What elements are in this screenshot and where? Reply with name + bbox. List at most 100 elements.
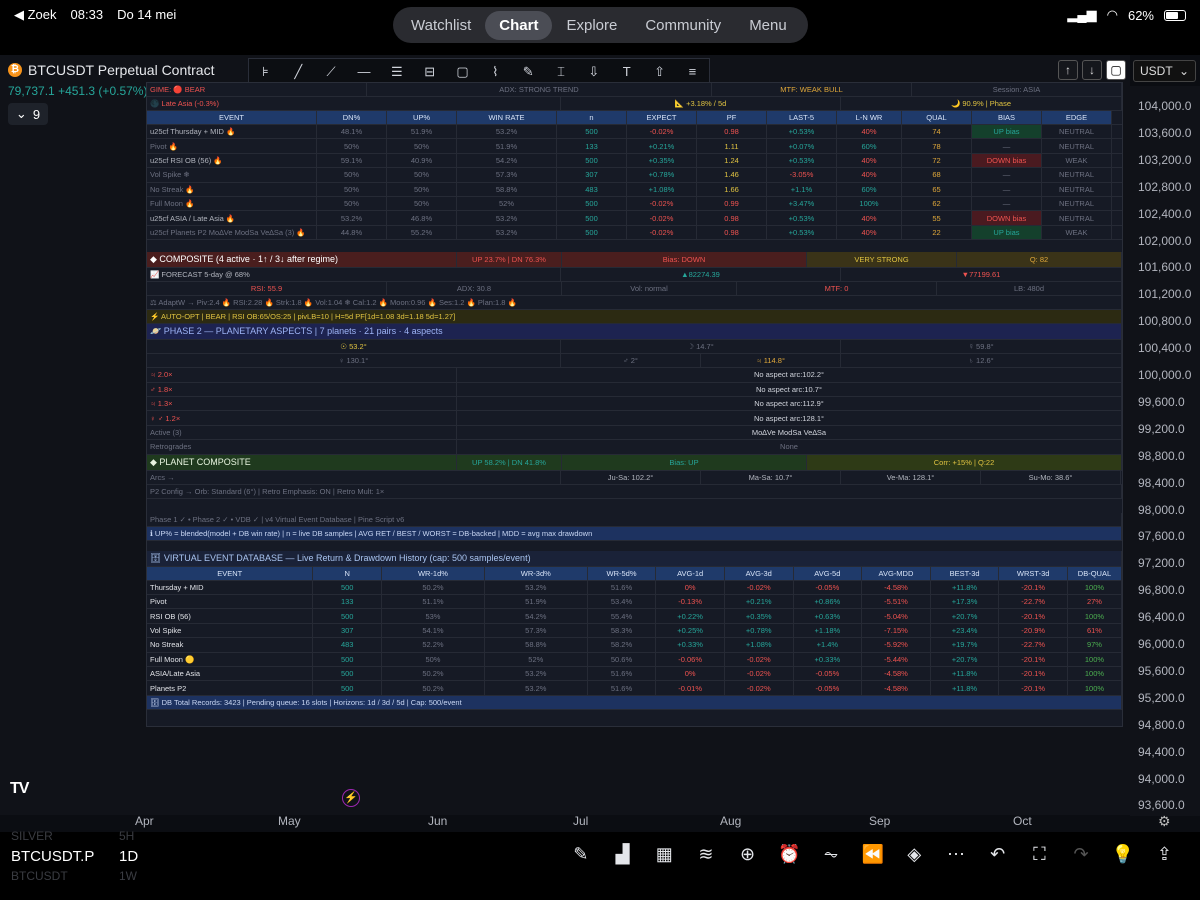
currency-select[interactable]: USDT ⌄ <box>1133 60 1196 82</box>
chart-type-icon[interactable]: ▟ <box>602 844 644 865</box>
bottom-toolbar: SILVER 5H BTCUSDT.P 1D BTCUSDT 1W ✎ ▟ ▦ … <box>0 829 1200 900</box>
settings-gear-icon[interactable]: ⚙ <box>1158 813 1171 830</box>
late-asia-label: 🌑 Late Asia (-0.3%) <box>147 97 561 110</box>
event-row: Vol Spike ❄ 50% 50% 57.3% 307 +0.78% 1.46 -3.05… <box>147 168 1122 183</box>
vertical-measure-icon[interactable]: ⌶ <box>552 63 570 81</box>
rsi-stat: RSI: 55.9 <box>147 282 387 296</box>
mtf-stat: MTF: 0 <box>737 282 937 296</box>
redo-icon[interactable]: ↷ <box>1060 844 1102 865</box>
text-icon[interactable]: T <box>618 63 636 81</box>
indicators-icon[interactable]: ≋ <box>685 844 727 865</box>
vdb-cell: -5.51% <box>862 595 931 609</box>
symbol-header[interactable]: ₿ BTCUSDT Perpetual Contract <box>8 62 214 78</box>
chevron-down-icon: ⌄ <box>15 106 27 121</box>
undo-icon[interactable]: ↶ <box>977 844 1019 865</box>
share-icon[interactable]: ⇪ <box>1144 844 1186 865</box>
adx-stat: ADX: 30.8 <box>387 282 562 296</box>
event-cell: — <box>972 168 1042 182</box>
event-cell: 60% <box>837 139 902 153</box>
vdb-cell: 133 <box>313 595 383 609</box>
price-axis[interactable]: 104,000.0 103,600.0 103,200.0 102,800.0 102,… <box>1130 86 1200 816</box>
vdb-cell: +0.35% <box>725 609 794 623</box>
idea-bulb-icon[interactable]: 💡 <box>1102 844 1144 865</box>
interval-selector[interactable]: 1D <box>119 848 138 865</box>
lightning-icon[interactable]: ⚡ <box>342 789 360 807</box>
arrow-down-icon[interactable]: ⇩ <box>585 63 603 81</box>
event-cell: 72 <box>902 153 972 168</box>
parallel-channel-icon[interactable]: ☰ <box>388 63 406 81</box>
ray-icon[interactable]: ⟋ <box>322 63 340 81</box>
indicators-collapse-button[interactable]: ⌄ 9 <box>8 103 48 125</box>
crop-icon[interactable]: ⛶ <box>1019 844 1061 865</box>
trend-label: 📐 +3.18% / 5d <box>561 97 841 110</box>
price-tick: 96,400.0 <box>1138 610 1185 625</box>
vdb-column-header: WR-1d% <box>382 566 485 580</box>
pencil-icon[interactable]: ✎ <box>560 844 602 865</box>
price-tick: 100,000.0 <box>1138 368 1192 382</box>
vdb-column-header: AVG-1d <box>656 566 725 580</box>
table-row: ⚖ AdaptW → Piv:2.4 🔥 RSI:2.28 🔥 Strk:1.8… <box>147 296 1122 311</box>
more-icon[interactable]: ⋯ <box>935 844 977 865</box>
tab-chart[interactable]: Chart <box>485 10 553 40</box>
fib-icon[interactable]: ⊧ <box>256 63 274 81</box>
event-name: u25cf RSI OB (56) 🔥 <box>147 153 317 168</box>
tab-watchlist[interactable]: Watchlist <box>397 11 485 40</box>
vdb-event-name: No Streak <box>147 638 314 652</box>
layouts-icon[interactable]: ▦ <box>643 844 685 865</box>
trendline-icon[interactable]: ╱ <box>289 63 307 81</box>
tab-community[interactable]: Community <box>631 11 735 40</box>
event-cell: 50% <box>387 168 457 182</box>
aspect-label: ♃ 1.3× <box>147 397 457 411</box>
path-icon[interactable]: ⌇ <box>486 63 504 81</box>
vdb-column-header: AVG-MDD <box>862 566 931 580</box>
scroll-up-button[interactable]: ↑ <box>1058 60 1078 80</box>
candles-icon[interactable]: ⏦ <box>810 844 852 865</box>
brush-icon[interactable]: ✎ <box>519 63 537 81</box>
event-cell: 62 <box>902 197 972 211</box>
planet-composite-corr: Corr: +15% | Q:22 <box>807 454 1122 470</box>
planet-composite-label: ◆ PLANET COMPOSITE <box>147 454 457 470</box>
vdb-cell: 58.3% <box>588 623 657 638</box>
aspect-value: No aspect arc:102.2° <box>457 368 1122 382</box>
aspect-value: No aspect arc:112.9° <box>457 397 1122 411</box>
event-cell: 50% <box>387 197 457 211</box>
vdb-cell: +20.7% <box>931 609 1000 623</box>
layers-icon[interactable]: ◈ <box>894 844 936 865</box>
price-tick: 99,600.0 <box>1138 394 1185 409</box>
scroll-down-button[interactable]: ↓ <box>1082 60 1102 80</box>
vdb-cell: -0.02% <box>725 652 794 666</box>
tab-explore[interactable]: Explore <box>552 11 631 40</box>
event-row: u25cf Planets P2 Mo∆Ve ModSa Ve∆Sa (3) 🔥… <box>147 225 1122 241</box>
event-cell: 50% <box>317 139 387 153</box>
rectangle-icon[interactable]: ▢ <box>453 63 471 81</box>
alarm-icon[interactable]: ⏰ <box>768 844 810 865</box>
back-search-link[interactable]: ◀ Zoek <box>14 7 57 23</box>
price-tick: 100,800.0 <box>1138 314 1192 329</box>
add-icon[interactable]: ⊕ <box>727 844 769 865</box>
event-cell: 50% <box>317 197 387 211</box>
column-header: QUAL <box>902 111 972 124</box>
vdb-cell: +23.4% <box>931 623 1000 638</box>
event-cell: NEUTRAL <box>1042 197 1112 211</box>
date-axis[interactable]: Apr May Jun Jul Aug Sep Oct <box>0 812 1130 832</box>
list-icon[interactable]: ≡ <box>683 63 701 81</box>
arrow-up-icon[interactable]: ⇧ <box>651 63 669 81</box>
vdb-cell: +0.86% <box>794 595 863 609</box>
event-cell: -3.05% <box>767 168 837 182</box>
replay-icon[interactable]: ⏪ <box>852 844 894 865</box>
vdb-cell: 97% <box>1068 638 1122 652</box>
column-header: WIN RATE <box>457 111 557 124</box>
vdb-cell: +0.33% <box>794 652 863 666</box>
composite-strength: VERY STRONG <box>807 252 957 268</box>
horizontal-line-icon[interactable]: — <box>355 63 373 81</box>
price-range-icon[interactable]: ⊟ <box>421 63 439 81</box>
price-tick: 101,600.0 <box>1138 260 1192 275</box>
price-tick: 93,600.0 <box>1138 798 1185 813</box>
tab-menu[interactable]: Menu <box>735 11 801 40</box>
moon-phase-label: 🌙 90.9% | Phase <box>841 97 1122 110</box>
symbol-selector[interactable]: BTCUSDT.P <box>11 848 94 865</box>
vdb-cell: -0.02% <box>725 681 794 695</box>
event-cell: +0.35% <box>627 153 697 168</box>
event-row: u25cf RSI OB (56) 🔥 59.1% 40.9% 54.2% 500 +0.… <box>147 153 1122 169</box>
fullscreen-button[interactable]: ▢ <box>1106 60 1126 80</box>
